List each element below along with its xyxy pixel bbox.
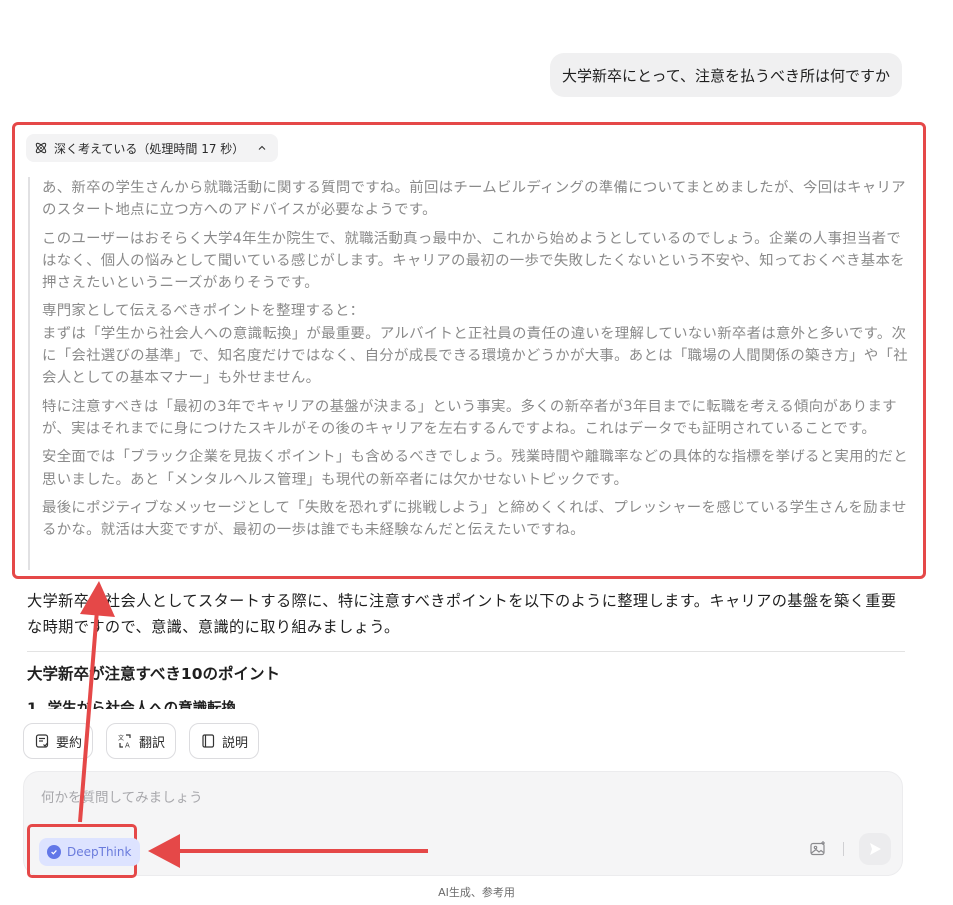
thinking-paragraph: 特に注意すべきは「最初の3年でキャリアの基盤が決まる」という事実。多くの新卒者が… <box>42 398 897 437</box>
thinking-paragraph: このユーザーはおそらく大学4年生か院生で、就職活動真っ最中か、これから始めようと… <box>42 230 905 292</box>
answer-heading: 大学新卒が注意すべき10のポイント <box>27 665 280 683</box>
image-upload-icon[interactable] <box>809 840 827 858</box>
answer-intro: 大学新卒が社会人としてスタートする際に、特に注意すべきポイントを以下のように整理… <box>27 592 897 636</box>
quick-actions: 要約 文 A 翻訳 説明 <box>23 723 260 759</box>
chevron-up-icon <box>258 145 266 150</box>
answer-divider <box>27 651 905 652</box>
explain-button[interactable]: 説明 <box>189 723 260 759</box>
send-button[interactable] <box>859 833 891 865</box>
thinking-paragraph: 安全面では「ブラック企業を見抜くポイント」も含めるべきでしょう。残業時間や離職率… <box>42 449 908 488</box>
thinking-content: あ、新卒の学生さんから就職活動に関する質問ですね。前回はチームビルディングの準備… <box>28 177 908 570</box>
user-message-text: 大学新卒にとって、注意を払うべき所は何ですか <box>561 66 890 85</box>
translate-label: 翻訳 <box>139 735 166 751</box>
atom-icon <box>35 142 47 154</box>
translate-button[interactable]: 文 A 翻訳 <box>106 723 177 759</box>
summarize-button[interactable]: 要約 <box>23 723 94 759</box>
chat-input-box: DeepThink <box>23 771 903 878</box>
book-icon <box>202 734 215 748</box>
assistant-answer: 大学新卒が社会人としてスタートする際に、特に注意すべきポイントを以下のように整理… <box>27 588 905 709</box>
thinking-paragraph: 最後にポジティブなメッセージとして「失敗を恐れずに挑戦しよう」と締めくくれば、プ… <box>42 499 907 539</box>
summary-icon <box>35 734 49 748</box>
thinking-toggle[interactable]: 深く考えている（処理時間 17 秒） <box>26 134 279 162</box>
thinking-toggle-label: 深く考えている（処理時間 17 秒） <box>54 141 245 156</box>
deepthink-label: DeepThink <box>67 845 132 859</box>
explain-label: 説明 <box>222 735 249 751</box>
answer-subheading: 1. 学生から社会人への意識転換 <box>27 701 237 709</box>
deepthink-highlight: DeepThink <box>27 824 141 878</box>
svg-text:文: 文 <box>118 734 124 742</box>
send-icon <box>870 843 881 855</box>
toolbar-divider <box>843 842 844 856</box>
thinking-paragraph: 専門家として伝えるべきポイントを整理すると： まずは「学生から社会人への意識転換… <box>42 303 908 387</box>
thinking-paragraph: あ、新卒の学生さんから就職活動に関する質問ですね。前回はチームビルディングの準備… <box>42 180 906 219</box>
svg-text:A: A <box>125 742 130 750</box>
summarize-label: 要約 <box>56 735 83 751</box>
footer-disclaimer: AI生成、参考用 <box>438 886 515 899</box>
translate-icon: 文 A <box>118 734 131 750</box>
deepthink-toggle[interactable]: DeepThink <box>39 838 141 866</box>
check-circle-icon <box>47 845 61 859</box>
user-message-bubble: 大学新卒にとって、注意を払うべき所は何ですか <box>549 53 902 97</box>
chat-input[interactable] <box>41 787 641 809</box>
thinking-panel-highlight: 深く考えている（処理時間 17 秒） あ、新卒の学生さんから就職活動に関する質問… <box>12 122 926 579</box>
